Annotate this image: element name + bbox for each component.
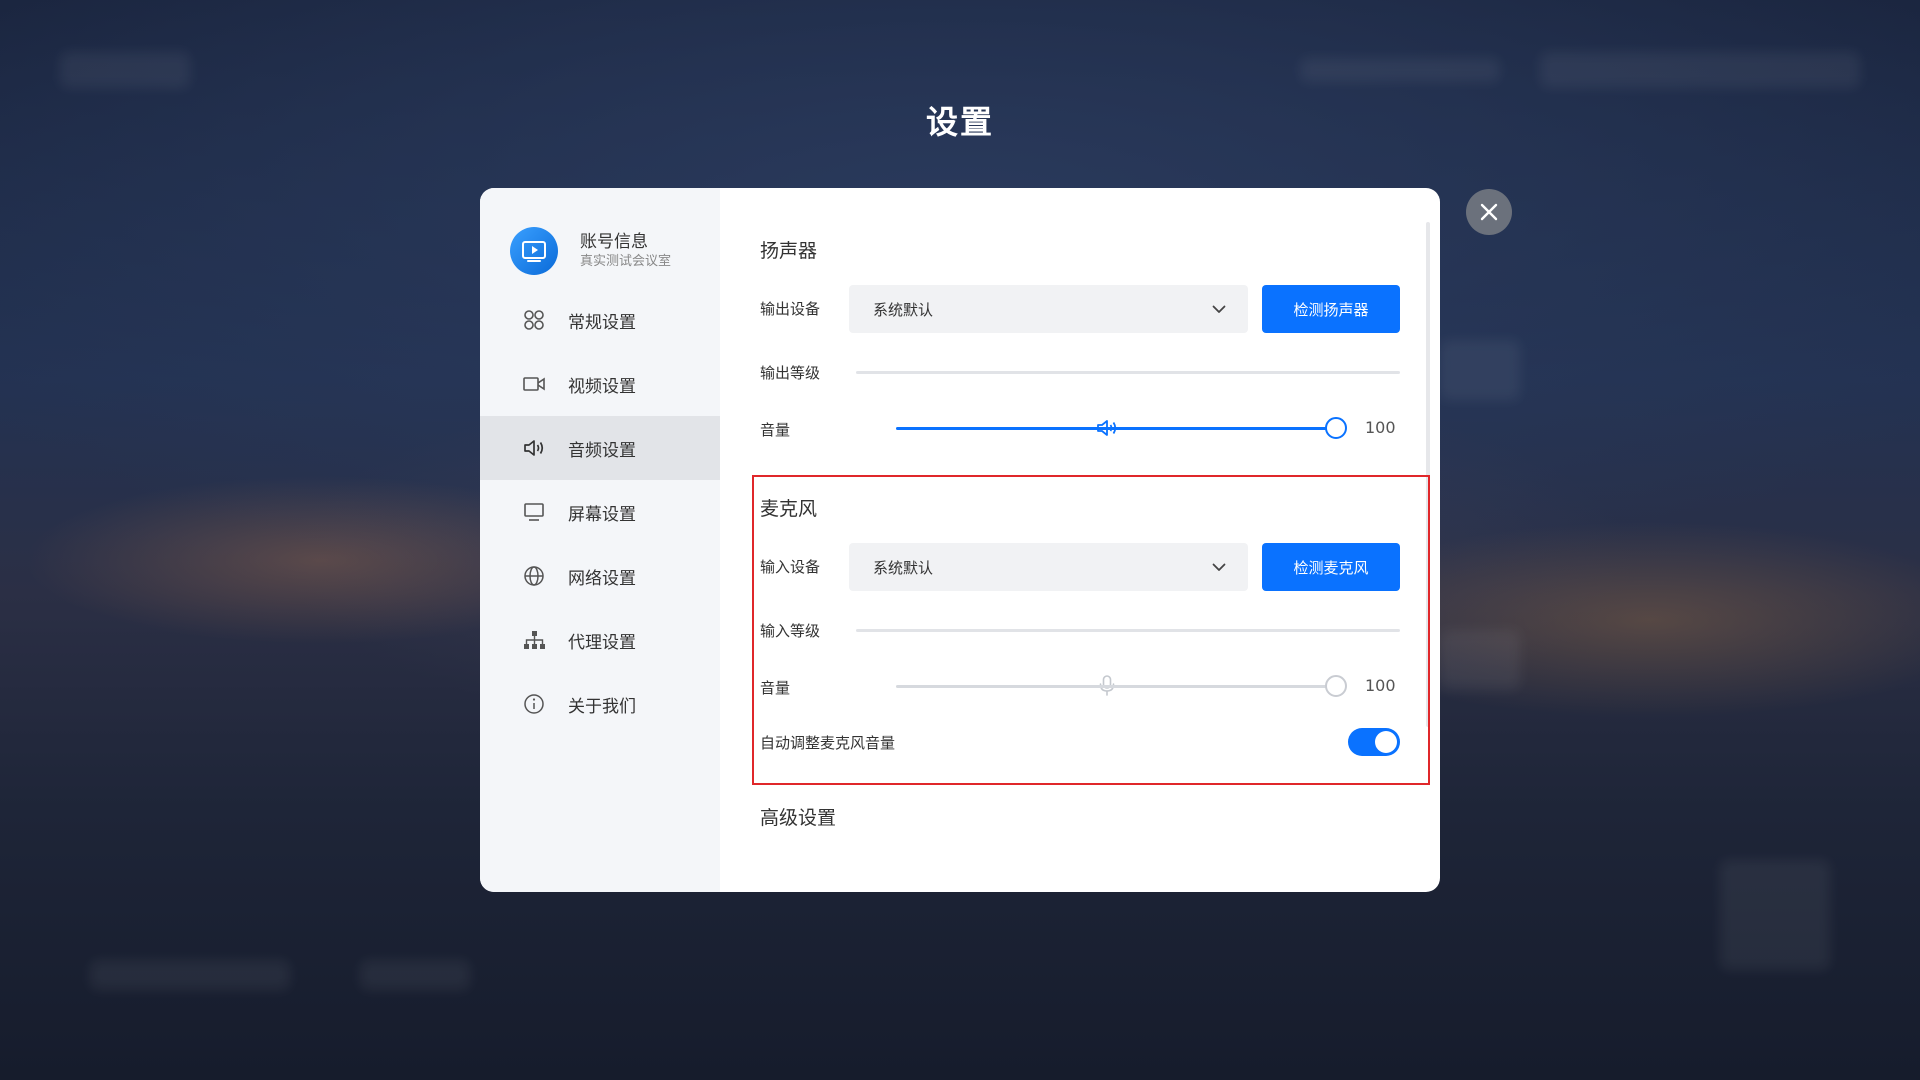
speaker-section-title: 扬声器 [760,240,818,262]
sidebar-item-label: 关于我们 [568,696,636,717]
blurred-logo [60,52,190,88]
sidebar-item-label: 代理设置 [568,632,636,653]
output-device-label: 输出设备 [760,300,821,318]
settings-sidebar: 账号信息 真实测试会议室 常规设置 视频设置 音频设置 屏幕设置 网络设置 代理… [480,188,720,892]
speaker-volume-label: 音量 [760,421,791,439]
microphone-section-title: 麦克风 [760,498,818,520]
output-level-label: 输出等级 [760,364,821,382]
microphone-volume-value: 100 [1365,676,1396,695]
test-microphone-button[interactable]: 检测麦克风 [1262,543,1400,591]
microphone-volume-slider[interactable] [896,685,1336,688]
sidebar-item-label: 常规设置 [568,312,636,333]
sidebar-item-screen[interactable]: 屏幕设置 [480,480,720,544]
grid-icon [522,308,546,332]
info-icon [522,692,546,716]
speaker-volume-slider[interactable] [896,427,1336,430]
toggle-knob [1375,731,1397,753]
network-icon [522,628,546,652]
speaker-icon [522,436,546,460]
blurred-footer-text [90,960,290,990]
blurred-tile [1440,340,1520,400]
sidebar-item-about[interactable]: 关于我们 [480,672,720,736]
avatar [510,227,558,275]
test-speaker-button[interactable]: 检测扬声器 [1262,285,1400,333]
advanced-section-title: 高级设置 [760,807,837,829]
speaker-volume-value: 100 [1365,418,1396,437]
globe-icon [522,564,546,588]
microphone-volume-label: 音量 [760,679,791,697]
blurred-tile [1440,630,1520,690]
sidebar-item-label: 音频设置 [568,440,636,461]
sidebar-item-label: 网络设置 [568,568,636,589]
microphone-volume-thumb[interactable] [1325,675,1347,697]
sidebar-item-label: 视频设置 [568,376,636,397]
sidebar-item-label: 屏幕设置 [568,504,636,525]
play-screen-icon [522,241,546,262]
monitor-icon [522,500,546,524]
input-device-label: 输入设备 [760,558,821,576]
blurred-header-user [1540,52,1860,88]
sidebar-item-proxy[interactable]: 代理设置 [480,608,720,672]
settings-dialog: 账号信息 真实测试会议室 常规设置 视频设置 音频设置 屏幕设置 网络设置 代理… [480,188,1440,892]
output-level-meter [856,371,1400,374]
page-title: 设置 [925,103,994,141]
account-info[interactable]: 账号信息 真实测试会议室 [480,226,720,276]
input-level-label: 输入等级 [760,622,821,640]
auto-adjust-label: 自动调整麦克风音量 [760,734,896,752]
input-device-value: 系统默认 [873,558,934,577]
output-device-select[interactable]: 系统默认 [849,285,1248,333]
blurred-footer-text [360,960,470,990]
sidebar-item-video[interactable]: 视频设置 [480,352,720,416]
close-button[interactable] [1466,189,1512,235]
account-subtitle: 真实测试会议室 [580,254,672,269]
speaker-volume-thumb[interactable] [1325,417,1347,439]
sidebar-item-audio[interactable]: 音频设置 [480,416,720,480]
output-device-value: 系统默认 [873,300,934,319]
camera-icon [522,372,546,396]
close-icon [1480,203,1498,221]
scrollbar[interactable] [1426,222,1430,727]
audio-settings-panel: 扬声器 输出设备 系统默认 检测扬声器 输出等级 音量 100 麦克风 输入设备… [720,188,1440,892]
sidebar-item-general[interactable]: 常规设置 [480,288,720,352]
chevron-down-icon [1212,563,1226,571]
blurred-header-text [1300,58,1500,82]
account-name: 账号信息 [580,232,648,252]
input-device-select[interactable]: 系统默认 [849,543,1248,591]
blurred-tile [1720,860,1830,970]
chevron-down-icon [1212,305,1226,313]
input-level-meter [856,629,1400,632]
sidebar-item-network[interactable]: 网络设置 [480,544,720,608]
auto-adjust-toggle[interactable] [1348,728,1400,756]
